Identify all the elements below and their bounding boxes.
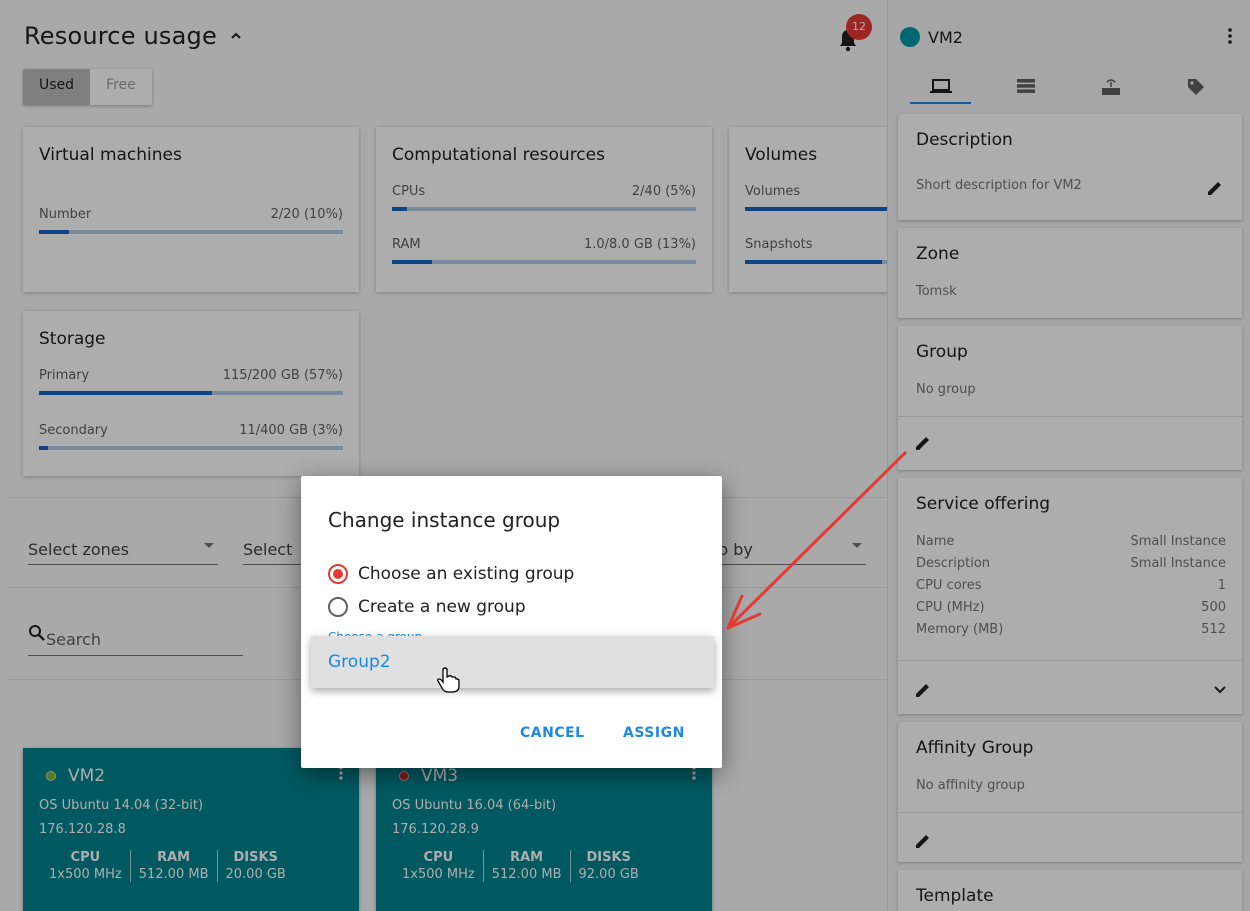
group-dropdown-panel: Group2	[311, 636, 714, 688]
dialog-title: Change instance group	[328, 508, 561, 532]
radio-new-group[interactable]: Create a new group	[328, 597, 526, 617]
radio-label: Choose an existing group	[358, 564, 575, 584]
radio-unchecked-icon[interactable]	[328, 597, 348, 617]
cancel-button[interactable]: CANCEL	[520, 725, 585, 741]
dropdown-option-group2[interactable]: Group2	[328, 652, 391, 672]
modal-overlay[interactable]	[0, 0, 1250, 911]
radio-checked-icon[interactable]	[328, 564, 348, 584]
radio-label: Create a new group	[358, 597, 526, 617]
assign-button[interactable]: ASSIGN	[623, 725, 685, 741]
change-group-dialog: Change instance group Choose an existing…	[301, 476, 722, 768]
radio-existing-group[interactable]: Choose an existing group	[328, 564, 574, 584]
hand-cursor-icon	[437, 667, 460, 693]
